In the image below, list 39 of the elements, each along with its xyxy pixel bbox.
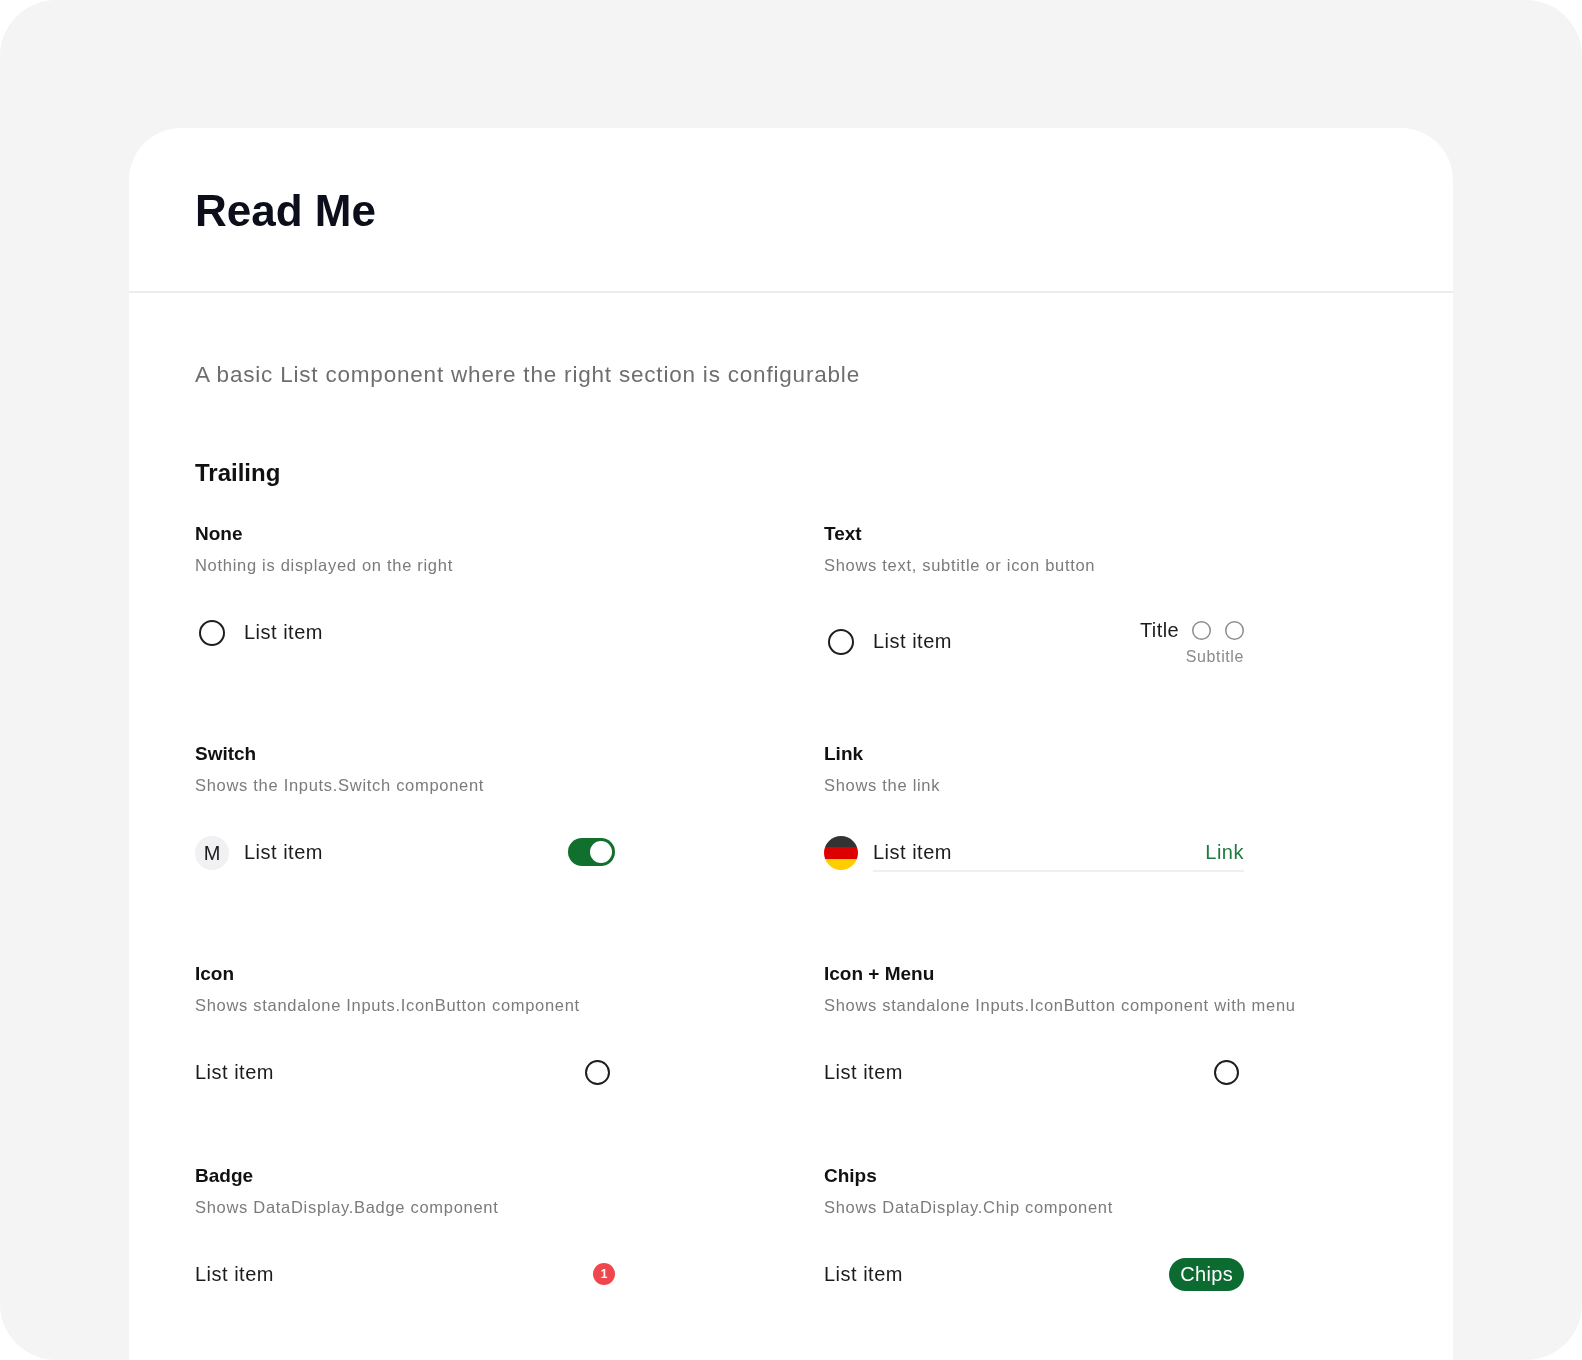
trailing-title: Title <box>1139 618 1179 642</box>
list-item-label: List item <box>873 840 952 865</box>
page-title: Read Me <box>195 185 377 237</box>
example-title: Text <box>824 522 862 546</box>
circle-icon[interactable] <box>1214 1059 1239 1085</box>
example-title: None <box>195 522 243 546</box>
list-item-label: List item <box>824 1262 903 1287</box>
example-description: Shows standalone Inputs.IconButton component with menu <box>824 995 1297 1016</box>
link[interactable]: Link <box>1205 834 1244 870</box>
example-title: Badge <box>195 1164 254 1188</box>
section-heading: Trailing <box>195 458 282 488</box>
toggle-switch[interactable] <box>568 838 615 866</box>
avatar: M <box>195 836 229 870</box>
list-item-label: List item <box>873 629 952 654</box>
flag-icon <box>824 836 858 870</box>
chip: Chips <box>1169 1257 1244 1291</box>
example-description: Shows text, subtitle or icon button <box>824 555 1097 576</box>
example-title: Link <box>824 742 864 766</box>
page-description: A basic List component where the right section is configurable <box>195 361 861 389</box>
example-description: Shows DataDisplay.Chip component <box>824 1197 1114 1218</box>
example-description: Nothing is displayed on the right <box>195 555 454 576</box>
example-description: Shows DataDisplay.Badge component <box>195 1197 500 1218</box>
list-item-label: List item <box>244 620 323 645</box>
example-description: Shows the Inputs.Switch component <box>195 775 486 796</box>
list-item-label: List item <box>244 840 323 865</box>
list-item-label: List item <box>195 1262 274 1287</box>
example-title: Chips <box>824 1164 877 1188</box>
circle-icon[interactable] <box>585 1059 610 1085</box>
example-title: Switch <box>195 742 257 766</box>
example-description: Shows the link <box>824 775 942 796</box>
list-item-label: List item <box>195 1060 274 1085</box>
count-badge: 1 <box>593 1263 615 1285</box>
example-title: Icon <box>195 962 235 986</box>
example-description: Shows standalone Inputs.IconButton component <box>195 995 581 1016</box>
trailing-subtitle: Subtitle <box>1184 647 1244 667</box>
example-title: Icon + Menu <box>824 962 935 986</box>
list-item-label: List item <box>824 1060 903 1085</box>
circle-icon <box>199 620 225 646</box>
circle-icon <box>828 629 854 655</box>
